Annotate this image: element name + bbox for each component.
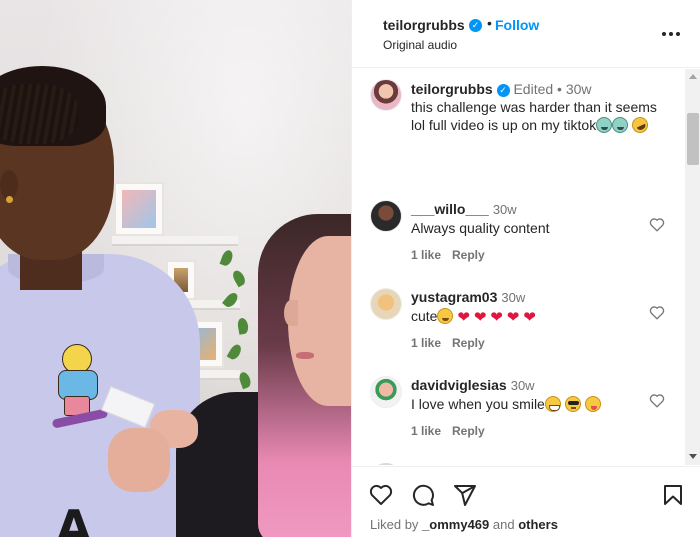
reply-button[interactable]: Reply: [452, 336, 485, 350]
scroll-down-arrow-icon[interactable]: [689, 454, 697, 459]
author-username[interactable]: teilorgrubbs: [383, 17, 465, 33]
red-heart-emoji-icon: ❤: [490, 309, 503, 326]
comment-icon[interactable]: [411, 483, 435, 507]
commenter-username[interactable]: davidviglesias: [411, 377, 507, 393]
crying-face-emoji-icon: [596, 117, 613, 133]
comments-scrollbar[interactable]: [685, 69, 700, 465]
grinning-face-emoji-icon: [544, 396, 561, 412]
comment-time[interactable]: 30w: [501, 290, 525, 305]
comment-text: Always quality content: [411, 220, 550, 236]
comment-text-row: I love when you smile: [411, 396, 601, 412]
red-heart-emoji-icon: ❤: [457, 309, 470, 326]
comment-text: I love when you smile: [411, 396, 545, 412]
verified-badge-icon: ✓: [496, 84, 510, 97]
reply-button[interactable]: Reply: [452, 424, 485, 438]
post-caption: teilorgrubbs ✓ Edited • 30w this challen…: [411, 80, 673, 136]
comment-header: yustagram03 30w: [411, 289, 525, 305]
liked-by-user[interactable]: _ommy469: [422, 517, 489, 532]
commenter-avatar[interactable]: [370, 376, 402, 408]
comment-likes[interactable]: 1 like: [411, 424, 441, 438]
red-heart-emoji-icon: ❤: [523, 309, 536, 326]
commenter-username[interactable]: ___willo___: [411, 201, 489, 217]
comment-item: davidviglesias 30w I love when you smile …: [352, 376, 685, 464]
liked-by-others[interactable]: others: [518, 517, 558, 532]
red-heart-emoji-icon: ❤: [473, 309, 487, 326]
comment-likes[interactable]: 1 like: [411, 248, 441, 262]
comment-header: ___willo___ 30w: [411, 201, 517, 217]
earring: [6, 196, 13, 203]
comment-text-row: cute ❤ ❤ ❤ ❤ ❤: [411, 308, 536, 326]
zany-face-emoji-icon: [584, 396, 601, 412]
comments-list[interactable]: teilorgrubbs ✓ Edited • 30w this challen…: [352, 69, 685, 465]
liked-by-and: and: [492, 517, 515, 532]
post-modal: A teilorgrubbs ✓ • Follow Original audio: [0, 0, 700, 537]
comment-header: davidviglesias 30w: [411, 377, 535, 393]
shirt-graphic: [48, 344, 110, 429]
comment-likes[interactable]: 1 like: [411, 336, 441, 350]
like-comment-heart-icon[interactable]: [649, 305, 665, 320]
heart-icon[interactable]: [369, 483, 393, 507]
sunglasses-face-emoji-icon: [564, 396, 581, 412]
comment-item: ___willo___ 30w Always quality content 1 …: [352, 200, 685, 288]
author-avatar[interactable]: [370, 79, 402, 111]
video-shelf: [112, 236, 238, 246]
smiling-face-emoji-icon: [437, 308, 454, 324]
comment-time[interactable]: 30w: [511, 378, 535, 393]
video-overlay-text: A: [56, 500, 92, 537]
post-sidebar: teilorgrubbs ✓ • Follow Original audio t…: [351, 0, 700, 537]
video-wall-art: [114, 182, 164, 236]
person-nose: [284, 300, 298, 326]
red-heart-emoji-icon: ❤: [506, 309, 520, 326]
person-lips: [296, 352, 314, 359]
caption-time[interactable]: 30w: [566, 81, 592, 97]
caption-separator: •: [557, 81, 562, 97]
share-icon[interactable]: [453, 483, 477, 507]
reply-button[interactable]: Reply: [452, 248, 485, 262]
post-video[interactable]: A: [0, 0, 351, 537]
bookmark-icon[interactable]: [661, 483, 685, 507]
comment-text: cute: [411, 308, 438, 324]
more-horizontal-icon[interactable]: [660, 24, 682, 44]
like-comment-heart-icon[interactable]: [649, 217, 665, 232]
scroll-up-arrow-icon[interactable]: [689, 74, 697, 79]
person-hand: [108, 428, 170, 492]
edited-label: Edited: [513, 81, 554, 97]
commenter-username[interactable]: yustagram03: [411, 289, 497, 305]
post-header: teilorgrubbs ✓ • Follow Original audio: [352, 0, 700, 68]
like-comment-heart-icon[interactable]: [649, 393, 665, 408]
liked-by-line: Liked by _ommy469 and others: [370, 517, 558, 532]
commenter-avatar[interactable]: [370, 288, 402, 320]
audio-link[interactable]: Original audio: [383, 38, 457, 52]
rofl-emoji-icon: [629, 114, 651, 136]
header-separator: •: [487, 15, 492, 31]
verified-badge-icon: ✓: [469, 19, 482, 32]
commenter-avatar[interactable]: [370, 200, 402, 232]
crying-face-emoji-icon: [612, 117, 629, 133]
caption-username[interactable]: teilorgrubbs: [411, 81, 493, 97]
follow-button[interactable]: Follow: [495, 17, 539, 33]
comment-time[interactable]: 30w: [493, 202, 517, 217]
comment-item: yustagram03 30w cute ❤ ❤ ❤ ❤ ❤ 1 like Rep…: [352, 288, 685, 376]
post-actions: Liked by _ommy469 and others: [352, 466, 700, 537]
liked-by-prefix: Liked by: [370, 517, 419, 532]
scrollbar-thumb[interactable]: [687, 113, 699, 165]
